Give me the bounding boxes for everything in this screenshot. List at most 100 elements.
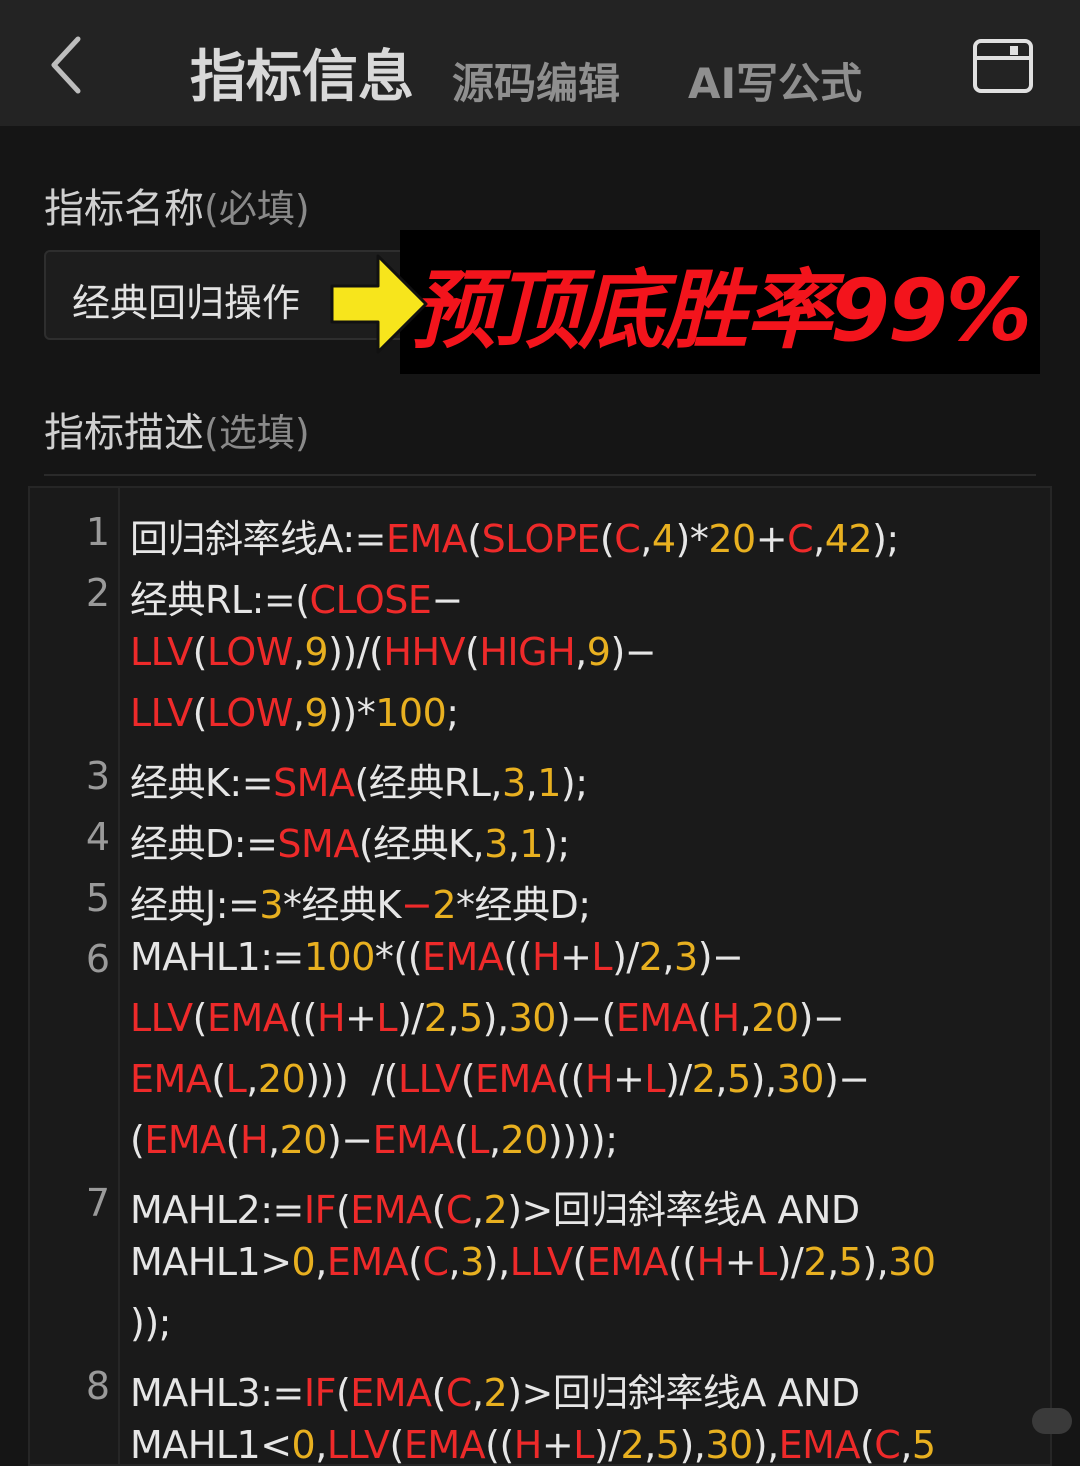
code-line[interactable]: 2 经典RL:=(CLOSE− — [30, 563, 1050, 624]
line-number: 1 — [85, 510, 110, 554]
code-token: ( — [192, 691, 208, 735]
code-token: (( — [556, 1057, 585, 1101]
code-line[interactable]: 8 MAHL3:=IF(EMA(C,2)>回归斜率线A AND — [30, 1356, 1050, 1417]
code-token: , — [715, 1057, 727, 1101]
code-token: , — [813, 517, 825, 561]
code-token: ))) /( — [305, 1057, 399, 1101]
code-token: (经典RL, — [354, 761, 502, 805]
tab-source-edit[interactable]: 源码编辑 — [452, 50, 620, 111]
code-number: 5 — [911, 1423, 936, 1466]
code-line[interactable]: 6 MAHL1:=100*((EMA((H+L)/2,3)− — [30, 929, 1050, 990]
code-token: , — [575, 630, 587, 674]
code-token: ( — [859, 1423, 875, 1466]
indicator-description-label: 指标描述(选填) — [44, 400, 310, 458]
code-token: 回归斜率线A:= — [130, 517, 386, 561]
code-token: )/ — [397, 996, 424, 1040]
code-token: (( — [503, 935, 532, 979]
desc-label-text: 指标描述 — [44, 410, 204, 456]
back-button[interactable] — [36, 30, 96, 100]
code-keyword: H — [316, 996, 346, 1040]
code-keyword: C — [787, 517, 814, 561]
code-line[interactable]: MAHL1<0,LLV(EMA((H+L)/2,5),30),EMA(C,5 — [30, 1417, 1050, 1466]
code-token: ); — [543, 822, 570, 866]
code-line[interactable]: EMA(L,20))) /(LLV(EMA((H+L)/2,5),30)− — [30, 1051, 1050, 1112]
code-token: MAHL1:= — [130, 935, 304, 979]
code-number: 5 — [726, 1057, 751, 1101]
code-number: 2 — [483, 1371, 508, 1415]
code-keyword: L — [644, 1057, 666, 1101]
banner-text: 预顶底胜率99% — [410, 260, 1032, 361]
code-line[interactable]: (EMA(H,20)−EMA(L,20)))); — [30, 1112, 1050, 1173]
code-keyword: L — [573, 1423, 594, 1466]
code-token: , — [246, 1057, 258, 1101]
code-token: *经典D; — [456, 883, 591, 927]
code-keyword: L — [756, 1240, 777, 1284]
code-line[interactable]: 3 经典K:=SMA(经典RL,3,1); — [30, 746, 1050, 807]
code-number: 2 — [423, 996, 448, 1040]
code-number: 2 — [620, 1423, 645, 1466]
line-number: 4 — [85, 815, 110, 859]
code-keyword: EMA — [475, 1057, 557, 1101]
code-text: (EMA(H,20)−EMA(L,20)))); — [130, 1118, 618, 1162]
code-number: 4 — [651, 517, 676, 561]
code-number: 100 — [303, 935, 376, 979]
code-keyword: L — [591, 935, 613, 979]
code-keyword: H — [696, 1240, 726, 1284]
code-line[interactable]: LLV(EMA((H+L)/2,5),30)−(EMA(H,20)− — [30, 990, 1050, 1051]
code-token: 经典RL:=( — [130, 578, 310, 622]
code-keyword: C — [445, 1188, 473, 1232]
tab-indicator-info[interactable]: 指标信息 — [190, 32, 414, 113]
code-token: ), — [483, 1240, 510, 1284]
code-token: , — [507, 822, 520, 866]
code-token: , — [292, 630, 305, 674]
line-number: 3 — [85, 754, 110, 798]
code-text: LLV(LOW,9))*100; — [130, 691, 459, 735]
code-keyword: H — [239, 1118, 269, 1162]
code-token: ( — [697, 996, 712, 1040]
tab-ai-formula[interactable]: AI写公式 — [688, 50, 862, 111]
save-button[interactable] — [972, 38, 1034, 94]
code-token: ); — [872, 517, 899, 561]
code-line[interactable]: 7 MAHL2:=IF(EMA(C,2)>回归斜率线A AND — [30, 1173, 1050, 1234]
code-token: )>回归斜率线A AND — [507, 1371, 860, 1415]
code-keyword: C — [614, 517, 641, 561]
code-token: , — [739, 996, 752, 1040]
line-number: 6 — [85, 937, 110, 981]
code-token: ), — [679, 1423, 706, 1466]
description-field-top[interactable] — [44, 474, 1036, 476]
code-line[interactable]: 5 经典J:=3*经典K−2*经典D; — [30, 868, 1050, 929]
code-token: )− — [823, 1057, 870, 1101]
code-line[interactable]: 4 经典D:=SMA(经典K,3,1); — [30, 807, 1050, 868]
code-token: ( — [572, 1240, 587, 1284]
code-editor[interactable]: 1 回归斜率线A:=EMA(SLOPE(C,4)*20+C,42); 2 经典RL:=… — [28, 486, 1052, 1466]
code-line[interactable]: )); — [30, 1295, 1050, 1356]
code-token: + — [724, 1240, 757, 1284]
code-token: 经典K:= — [130, 761, 274, 805]
indicator-name-value: 经典回归操作 — [72, 281, 301, 325]
code-number: 3 — [674, 935, 698, 979]
code-keyword: C — [874, 1423, 901, 1466]
line-number: 5 — [85, 876, 110, 920]
code-token: 经典D:= — [130, 822, 278, 866]
code-line[interactable]: LLV(LOW,9))*100; — [30, 685, 1050, 746]
code-line[interactable]: MAHL1>0,EMA(C,3),LLV(EMA((H+L)/2,5),30 — [30, 1234, 1050, 1295]
watermark-badge — [1032, 1408, 1072, 1434]
indicator-name-label: 指标名称(必填) — [44, 176, 310, 234]
code-token: ( — [431, 1371, 447, 1415]
code-keyword: SMA — [273, 761, 355, 805]
code-line[interactable]: 1 回归斜率线A:=EMA(SLOPE(C,4)*20+C,42); — [30, 502, 1050, 563]
code-keyword: EMA — [403, 1423, 486, 1466]
code-token: , — [447, 996, 459, 1040]
code-keyword: SLOPE — [481, 517, 601, 561]
code-number: 2 — [803, 1240, 828, 1284]
code-token: , — [662, 935, 675, 979]
code-number: 30 — [705, 1423, 753, 1466]
code-number: 3 — [501, 761, 526, 805]
code-keyword: EMA — [350, 1188, 432, 1232]
code-line[interactable]: LLV(LOW,9))/(HHV(HIGH,9)− — [30, 624, 1050, 685]
code-number: 30 — [888, 1240, 936, 1284]
code-token: ( — [465, 630, 480, 674]
code-token: ( — [225, 1118, 241, 1162]
line-number: 8 — [85, 1364, 110, 1408]
code-token: ( — [408, 1240, 423, 1284]
